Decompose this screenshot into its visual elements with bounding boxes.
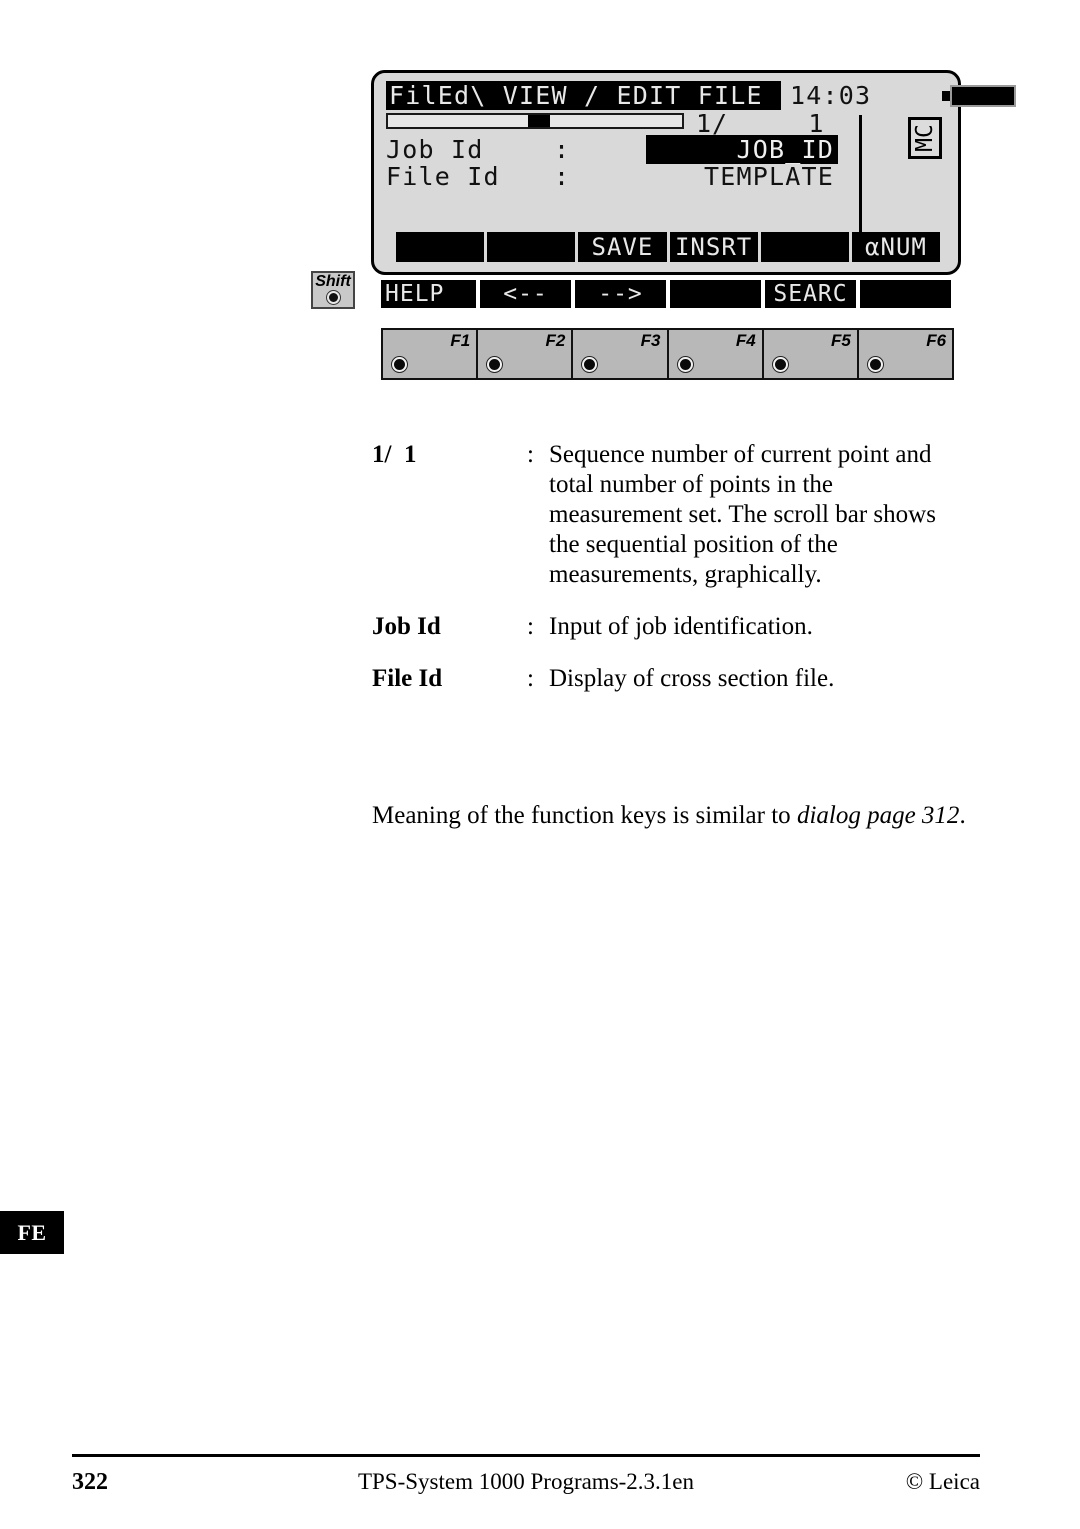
side-tab-fe: FE [0,1211,64,1254]
lcd-scroll-row: 1/ 1 [386,109,948,138]
function-key-f6[interactable]: F6 [858,330,953,378]
function-keys-note: Meaning of the function keys is similar … [372,800,967,832]
screen-title: FilEd\ VIEW / EDIT FILE [386,81,781,110]
shift-softkey-f4[interactable] [670,280,761,308]
lcd-title-row: FilEd\ VIEW / EDIT FILE 14:03 [386,81,1016,111]
footer-divider [72,1454,980,1457]
function-key-f2[interactable]: F2 [478,330,574,378]
mode-badge-label: MC [912,124,938,152]
softkey-f5[interactable] [760,232,849,262]
softkey-f4-insrt[interactable]: INSRT [669,232,758,262]
function-key-f3-dot-icon [582,357,598,372]
file-id-label: File Id [386,162,500,191]
definition-description: Sequence number of current point and tot… [549,441,936,588]
panel-divider [859,115,862,237]
definition-colon: : [527,613,534,640]
job-id-value[interactable]: JOB_ID [646,135,838,164]
definition-row-sequence: 1/ 1 : Sequence number of current point … [372,440,972,590]
definition-row-job-id: Job Id : Input of job identification. [372,612,972,642]
softkey-bar: SAVE INSRT αNUM [396,232,941,262]
softkey-f2[interactable] [487,232,576,262]
mode-badge-mc: MC [908,117,942,159]
shift-softkey-bar: HELP <-- --> SEARC [381,280,951,308]
shift-softkey-f1-help[interactable]: HELP [381,280,476,308]
definition-term: File Id [372,665,443,692]
note-tail-text: . [959,802,966,829]
function-key-f6-dot-icon [867,357,883,372]
footer-document-title: TPS-System 1000 Programs-2.3.1en [357,1469,695,1494]
job-id-label: Job Id [386,135,484,164]
clock-display: 14:03 [790,81,872,110]
definition-term: Job Id [372,613,441,640]
scrollbar-thumb[interactable] [528,115,550,127]
function-key-row: F1 F2 F3 F4 F5 F6 [381,328,954,380]
function-key-f4[interactable]: F4 [668,330,764,378]
page-footer: 322 TPS-System 1000 Programs-2.3.1en © L… [72,1462,980,1502]
shift-key-label: Shift [315,273,351,290]
shift-softkey-f2-prev[interactable]: <-- [480,280,571,308]
definition-list: 1/ 1 : Sequence number of current point … [372,440,972,716]
sequence-counter: 1/ 1 [696,109,825,138]
device-illustration: FilEd\ VIEW / EDIT FILE 14:03 1/ 1 Job I… [305,62,1016,387]
definition-colon: : [527,441,534,468]
footer-copyright: © Leica [905,1469,980,1494]
function-key-f4-dot-icon [677,357,693,372]
function-key-f3[interactable]: F3 [573,330,669,378]
softkey-f1[interactable] [396,232,485,262]
definition-row-file-id: File Id : Display of cross section file. [372,664,972,694]
shift-softkey-f5-searc[interactable]: SEARC [765,280,856,308]
softkey-f6-alphanum[interactable]: αNUM [851,232,941,262]
function-key-f5-label: F5 [831,331,851,350]
scrollbar[interactable] [386,113,684,129]
lcd-panel: FilEd\ VIEW / EDIT FILE 14:03 1/ 1 Job I… [371,70,1016,275]
job-id-colon: : [554,135,570,164]
function-key-f6-label: F6 [926,331,947,350]
note-lead-text: Meaning of the function keys is similar … [372,802,797,829]
function-key-f1-label: F1 [450,331,471,350]
definition-term: 1/ 1 [372,441,417,468]
note-emphasis-reference: dialog page 312 [796,802,960,829]
definition-colon: : [527,665,534,692]
function-key-f2-label: F2 [545,331,566,350]
shift-key-dot-icon [326,291,340,304]
shift-softkey-f3-next[interactable]: --> [575,280,666,308]
field-row-file-id[interactable]: File Id : TEMPLATE [386,162,948,191]
softkey-f3-save[interactable]: SAVE [578,232,667,262]
function-key-f5-dot-icon [772,357,788,372]
definition-description: Display of cross section file. [549,665,835,692]
file-id-value[interactable]: TEMPLATE [646,162,838,191]
lcd-inner: FilEd\ VIEW / EDIT FILE 14:03 1/ 1 Job I… [386,81,1016,266]
function-key-f1[interactable]: F1 [383,330,479,378]
function-key-f3-label: F3 [640,331,661,350]
lcd-field-list: Job Id : JOB_ID File Id : TEMPLATE [386,135,948,191]
function-key-f1-dot-icon [392,357,407,372]
function-key-f2-dot-icon [487,357,503,372]
shift-softkey-f6[interactable] [860,280,951,308]
battery-icon [942,85,1016,107]
battery-body [950,85,1016,107]
function-key-f5[interactable]: F5 [763,330,859,378]
field-row-job-id[interactable]: Job Id : JOB_ID [386,135,948,164]
file-id-colon: : [554,162,570,191]
function-key-f4-label: F4 [735,331,756,350]
shift-key[interactable]: Shift [311,271,355,309]
definition-description: Input of job identification. [549,613,813,640]
